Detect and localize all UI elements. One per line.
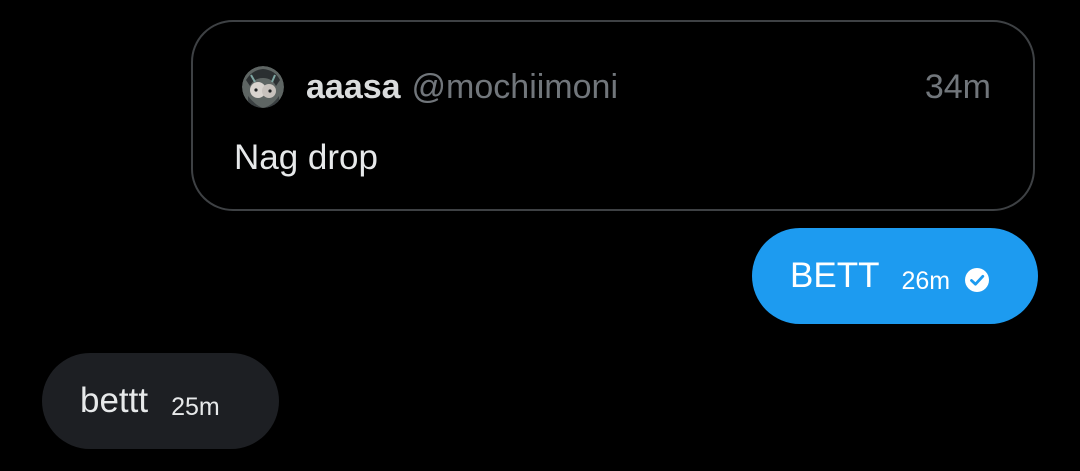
quoted-post-text: Nag drop [234, 138, 378, 177]
author-name[interactable]: aaasa [306, 68, 401, 107]
avatar-image-icon [242, 66, 284, 108]
sent-message-bubble[interactable]: BETT 26m [752, 228, 1038, 324]
quoted-post-card[interactable]: aaasa @mochiimoni 34m Nag drop [191, 20, 1035, 211]
quoted-post-time: 34m [924, 67, 991, 106]
author-avatar[interactable] [242, 66, 284, 108]
quoted-post-header: aaasa @mochiimoni 34m [242, 66, 991, 108]
received-message-bubble[interactable]: bettt 25m [42, 353, 279, 449]
message-time: 26m [901, 266, 951, 295]
read-check-icon [965, 268, 990, 292]
author-handle[interactable]: @mochiimoni [412, 68, 618, 107]
message-time: 25m [171, 392, 220, 421]
message-text: bettt [80, 381, 149, 420]
message-text: BETT [790, 256, 880, 295]
